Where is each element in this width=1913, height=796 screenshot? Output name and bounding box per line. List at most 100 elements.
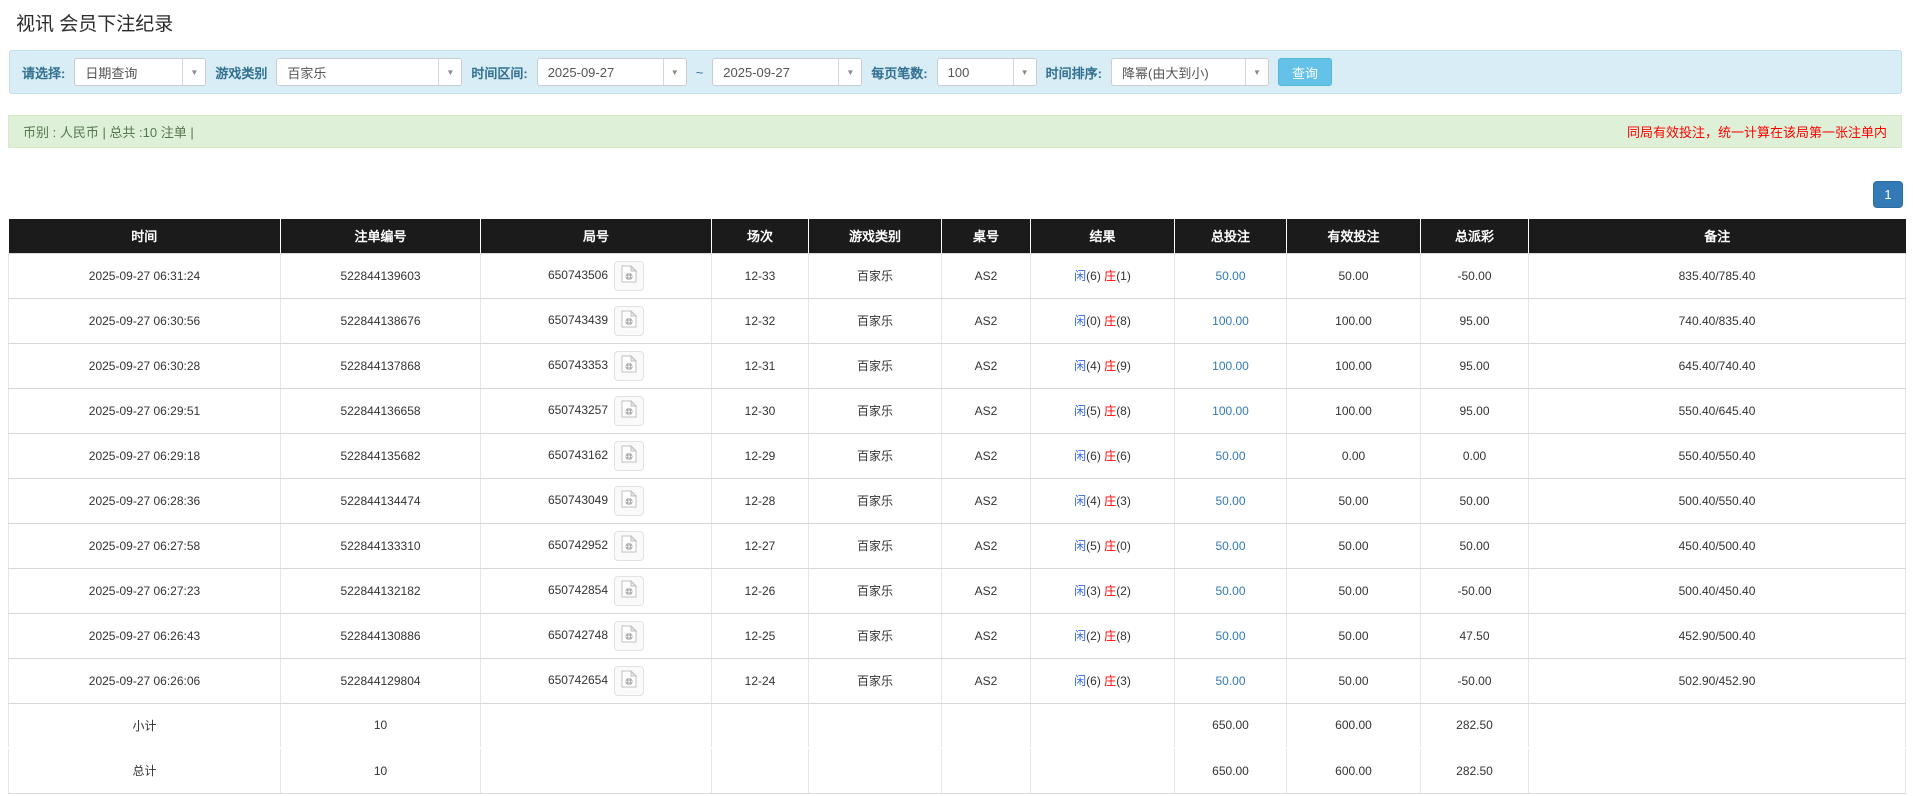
cell-payout: 0.00 [1421,433,1529,478]
table-row: 2025-09-27 06:30:56 522844138676 6507434… [9,298,1906,343]
total-bet-link[interactable]: 50.00 [1215,494,1245,508]
cell-payout: 50.00 [1421,478,1529,523]
search-button[interactable]: 查询 [1278,58,1332,86]
cell-result: 闲(6) 庄(6) [1031,433,1175,478]
total-bet-link[interactable]: 50.00 [1215,584,1245,598]
query-type-value: 日期查询 [75,59,182,85]
query-type-select[interactable]: 日期查询 ▼ [74,58,206,86]
video-replay-button[interactable] [614,531,644,561]
result-player-score: (5) [1086,539,1101,553]
result-banker-score: (9) [1116,359,1131,373]
cell-bet-no: 522844129804 [281,658,481,703]
cell-bet-no: 522844134474 [281,478,481,523]
video-replay-button[interactable] [614,576,644,606]
cell-result: 闲(3) 庄(2) [1031,568,1175,613]
cell-game-type: 百家乐 [809,253,942,298]
query-type-label: 请选择: [22,63,65,82]
video-file-icon [621,400,637,421]
video-replay-button[interactable] [614,441,644,471]
total-bet-link[interactable]: 100.00 [1212,314,1249,328]
table-header-row: 时间 注单编号 局号 场次 游戏类别 桌号 结果 总投注 有效投注 总派彩 备注 [9,219,1906,253]
cell-session: 12-31 [712,343,809,388]
total-bet-link[interactable]: 50.00 [1215,449,1245,463]
table-row: 2025-09-27 06:26:43 522844130886 6507427… [9,613,1906,658]
total-payout: 282.50 [1421,748,1529,793]
total-row: 总计 10 650.00 600.00 282.50 [9,748,1906,793]
result-banker-score: (1) [1116,269,1131,283]
time-sort-select[interactable]: 降幂(由大到小) ▼ [1111,58,1269,86]
cell-game-type: 百家乐 [809,523,942,568]
result-banker-label: 庄 [1104,269,1116,283]
result-banker-label: 庄 [1104,584,1116,598]
cell-game-type: 百家乐 [809,658,942,703]
round-no-text: 650742654 [548,673,608,687]
result-player-score: (5) [1086,404,1101,418]
result-banker-label: 庄 [1104,539,1116,553]
round-no-text: 650743353 [548,358,608,372]
result-banker-label: 庄 [1104,359,1116,373]
cell-game-type: 百家乐 [809,298,942,343]
cell-result: 闲(0) 庄(8) [1031,298,1175,343]
total-bet-link[interactable]: 100.00 [1212,359,1249,373]
cell-total-bet: 50.00 [1175,433,1287,478]
total-bet-link[interactable]: 50.00 [1215,269,1245,283]
result-player-label: 闲 [1074,674,1086,688]
game-type-select[interactable]: 百家乐 ▼ [276,58,462,86]
header-session: 场次 [712,219,809,253]
result-player-label: 闲 [1074,269,1086,283]
result-player-score: (4) [1086,359,1101,373]
video-replay-button[interactable] [614,306,644,336]
total-bet-link[interactable]: 50.00 [1215,539,1245,553]
cell-note: 835.40/785.40 [1529,253,1906,298]
result-player-label: 闲 [1074,494,1086,508]
cell-payout: 95.00 [1421,298,1529,343]
cell-round-no: 650743439 [481,298,712,343]
header-note: 备注 [1529,219,1906,253]
page-size-select[interactable]: 100 ▼ [937,58,1037,86]
header-round-no: 局号 [481,219,712,253]
result-banker-score: (8) [1116,404,1131,418]
round-no-text: 650742854 [548,583,608,597]
cell-time: 2025-09-27 06:26:06 [9,658,281,703]
total-bet-link[interactable]: 50.00 [1215,674,1245,688]
page-1-button[interactable]: 1 [1873,181,1903,208]
cell-session: 12-29 [712,433,809,478]
cell-table-no: AS2 [942,253,1031,298]
cell-round-no: 650742854 [481,568,712,613]
video-replay-button[interactable] [614,486,644,516]
cell-time: 2025-09-27 06:30:28 [9,343,281,388]
chevron-down-icon: ▼ [1013,59,1036,85]
total-bet-link[interactable]: 50.00 [1215,629,1245,643]
result-banker-label: 庄 [1104,314,1116,328]
cell-table-no: AS2 [942,433,1031,478]
video-replay-button[interactable] [614,396,644,426]
date-to-select[interactable]: 2025-09-27 ▼ [712,58,862,86]
video-replay-button[interactable] [614,621,644,651]
chevron-down-icon: ▼ [1245,59,1268,85]
cell-total-bet: 50.00 [1175,253,1287,298]
total-bet-link[interactable]: 100.00 [1212,404,1249,418]
cell-note: 500.40/550.40 [1529,478,1906,523]
cell-bet-no: 522844136658 [281,388,481,433]
result-player-label: 闲 [1074,314,1086,328]
date-range-tilde: ~ [696,65,704,80]
cell-time: 2025-09-27 06:28:36 [9,478,281,523]
table-row: 2025-09-27 06:31:24 522844139603 6507435… [9,253,1906,298]
time-sort-value: 降幂(由大到小) [1112,59,1245,85]
table-row: 2025-09-27 06:30:28 522844137868 6507433… [9,343,1906,388]
cell-table-no: AS2 [942,343,1031,388]
date-to-value: 2025-09-27 [713,59,838,85]
video-replay-button[interactable] [614,666,644,696]
result-banker-score: (3) [1116,674,1131,688]
page-size-label: 每页笔数: [871,63,927,82]
cell-valid-bet: 50.00 [1287,613,1421,658]
result-banker-label: 庄 [1104,404,1116,418]
video-replay-button[interactable] [614,261,644,291]
cell-result: 闲(5) 庄(0) [1031,523,1175,568]
cell-round-no: 650743506 [481,253,712,298]
date-from-select[interactable]: 2025-09-27 ▼ [537,58,687,86]
cell-time: 2025-09-27 06:30:56 [9,298,281,343]
video-replay-button[interactable] [614,351,644,381]
subtotal-payout: 282.50 [1421,703,1529,748]
result-banker-score: (3) [1116,494,1131,508]
